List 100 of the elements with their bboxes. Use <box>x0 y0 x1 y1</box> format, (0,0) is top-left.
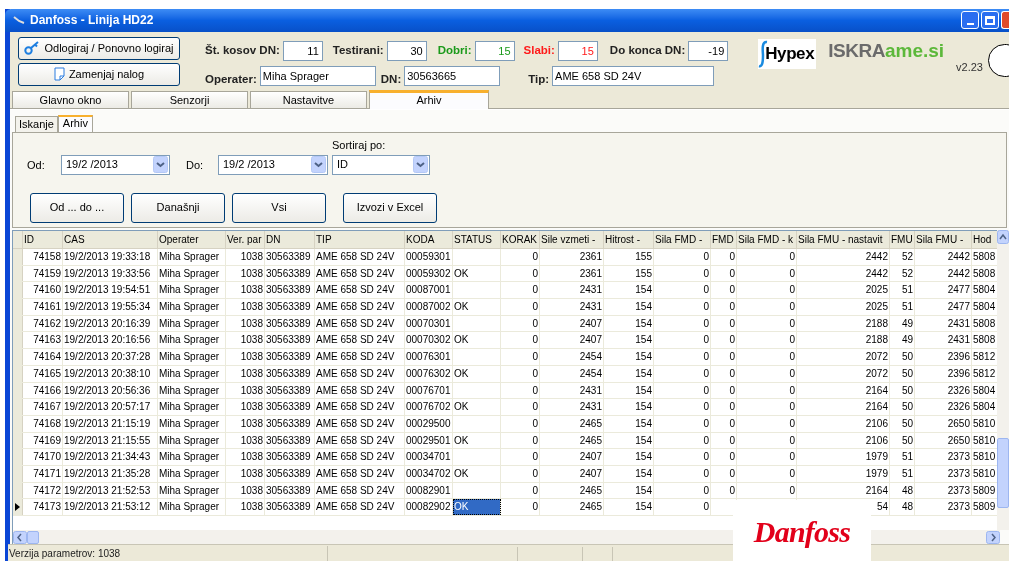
column-header[interactable]: KODA <box>405 231 453 248</box>
column-header[interactable]: FMD <box>711 231 737 248</box>
table-cell: 1038 <box>226 299 265 315</box>
to-label: Do: <box>186 158 205 173</box>
table-cell: 0 <box>737 382 797 399</box>
replace-order-button[interactable]: Zamenjaj nalog <box>18 62 180 86</box>
scroll-up-icon[interactable] <box>997 230 1009 244</box>
scroll-thumb[interactable] <box>997 438 1009 508</box>
table-cell: 2431 <box>540 382 604 399</box>
counter-field: 15 <box>557 40 598 61</box>
table-cell: 30563389 <box>265 449 315 465</box>
table-cell: 154 <box>604 415 654 432</box>
document-icon <box>53 67 65 82</box>
status-text: Verzija parametrov: 1038 <box>8 546 328 561</box>
column-header[interactable]: DN <box>265 231 315 248</box>
table-cell: 2407 <box>540 315 604 332</box>
table-cell: 1038 <box>226 465 265 482</box>
column-header[interactable]: Sila FMU - <box>915 231 972 248</box>
table-cell: 0 <box>711 482 737 499</box>
table-cell: 74173 <box>23 499 63 515</box>
logout-button[interactable]: Odlogiraj / Ponovno logiraj <box>18 36 180 60</box>
action-button[interactable]: Današnji <box>131 192 225 223</box>
tab[interactable]: Nastavitve <box>250 91 367 108</box>
scroll-left-icon[interactable] <box>13 530 27 544</box>
column-header[interactable]: KORAK <box>501 231 540 248</box>
column-header[interactable]: Ver. par <box>226 231 265 248</box>
tab[interactable]: Iskanje <box>15 116 58 132</box>
tab[interactable]: Glavno okno <box>12 91 129 108</box>
column-header[interactable]: STATUS <box>453 231 501 248</box>
action-button[interactable]: Izvozi v Excel <box>343 192 437 223</box>
table-cell: 0 <box>501 482 540 499</box>
table-cell: 00034701 <box>405 449 453 465</box>
table-cell: 1038 <box>226 399 265 415</box>
column-header[interactable]: FMU <box>890 231 915 248</box>
table-cell: Miha Sprager <box>158 299 226 315</box>
column-header[interactable]: Sila FMU - nastavit <box>797 231 890 248</box>
table-cell: 30563389 <box>265 299 315 315</box>
table-cell: 154 <box>604 349 654 365</box>
table-cell: 154 <box>604 499 654 515</box>
table-cell: 51 <box>890 282 915 299</box>
table-cell: 48 <box>890 482 915 499</box>
table-cell: OK <box>453 299 501 315</box>
text-field[interactable]: 30563665 <box>404 66 501 87</box>
table-cell: AME 658 SD 24V <box>315 315 405 332</box>
table-cell: 2442 <box>797 265 890 282</box>
table-cell: 1038 <box>226 382 265 399</box>
column-header[interactable]: Operater <box>158 231 226 248</box>
text-field[interactable]: Miha Sprager <box>259 66 376 87</box>
table-cell: 2431 <box>540 399 604 415</box>
table-cell: 50 <box>890 365 915 382</box>
sort-combo[interactable]: ID <box>332 154 430 175</box>
table-cell: 2072 <box>797 365 890 382</box>
scroll-thumb[interactable] <box>27 530 39 544</box>
column-header[interactable]: ID <box>23 231 63 248</box>
field-label: Operater: <box>205 71 257 87</box>
table-cell: 00029500 <box>405 415 453 432</box>
table-cell: 19/2/2013 20:16:39 <box>63 315 158 332</box>
column-header[interactable]: Sile vzmeti - <box>540 231 604 248</box>
text-field[interactable]: AME 658 SD 24V <box>552 66 715 87</box>
table-cell: 50 <box>890 349 915 365</box>
tab[interactable]: Arhiv <box>369 90 489 109</box>
table-cell: 19/2/2013 19:33:56 <box>63 265 158 282</box>
column-header[interactable]: Sila FMD - k <box>737 231 797 248</box>
action-button[interactable]: Vsi <box>232 192 326 223</box>
column-header[interactable]: CAS <box>63 231 158 248</box>
table-cell: 0 <box>654 282 711 299</box>
action-button[interactable]: Od ... do ... <box>30 192 124 223</box>
table-cell: 0 <box>711 265 737 282</box>
table-cell: 30563389 <box>265 282 315 299</box>
column-header[interactable]: Sila FMD - <box>654 231 711 248</box>
minimize-button[interactable] <box>961 11 979 30</box>
table-cell: 1038 <box>226 365 265 382</box>
table-cell: 0 <box>654 415 711 432</box>
table-cell: 30563389 <box>265 465 315 482</box>
table-cell: 50 <box>890 399 915 415</box>
table-cell: AME 658 SD 24V <box>315 415 405 432</box>
table-cell: 2373 <box>915 482 972 499</box>
table-cell: 30563389 <box>265 265 315 282</box>
table-cell: 154 <box>604 282 654 299</box>
table-cell: 2477 <box>915 282 972 299</box>
row-header[interactable] <box>13 499 23 515</box>
maximize-button[interactable] <box>981 11 999 30</box>
date-combo[interactable]: 19/2 /2013 <box>61 154 170 175</box>
close-button[interactable] <box>1001 11 1009 30</box>
table-cell: AME 658 SD 24V <box>315 249 405 265</box>
tab[interactable]: Senzorji <box>131 91 248 108</box>
table-cell: 00076702 <box>405 399 453 415</box>
vertical-scrollbar[interactable] <box>997 230 1009 530</box>
table-cell: 30563389 <box>265 332 315 349</box>
table-cell: 0 <box>654 465 711 482</box>
table-cell: 154 <box>604 299 654 315</box>
table-cell: 2465 <box>540 432 604 449</box>
table-cell: 19/2/2013 20:57:17 <box>63 399 158 415</box>
table-cell: 52 <box>890 265 915 282</box>
column-header[interactable]: TIP <box>315 231 405 248</box>
date-combo[interactable]: 19/2 /2013 <box>218 154 328 175</box>
scroll-right-icon[interactable] <box>986 530 1000 544</box>
column-header[interactable]: Hitrost - <box>604 231 654 248</box>
tab[interactable]: Arhiv <box>57 115 93 133</box>
counter-field: 11 <box>282 40 323 61</box>
